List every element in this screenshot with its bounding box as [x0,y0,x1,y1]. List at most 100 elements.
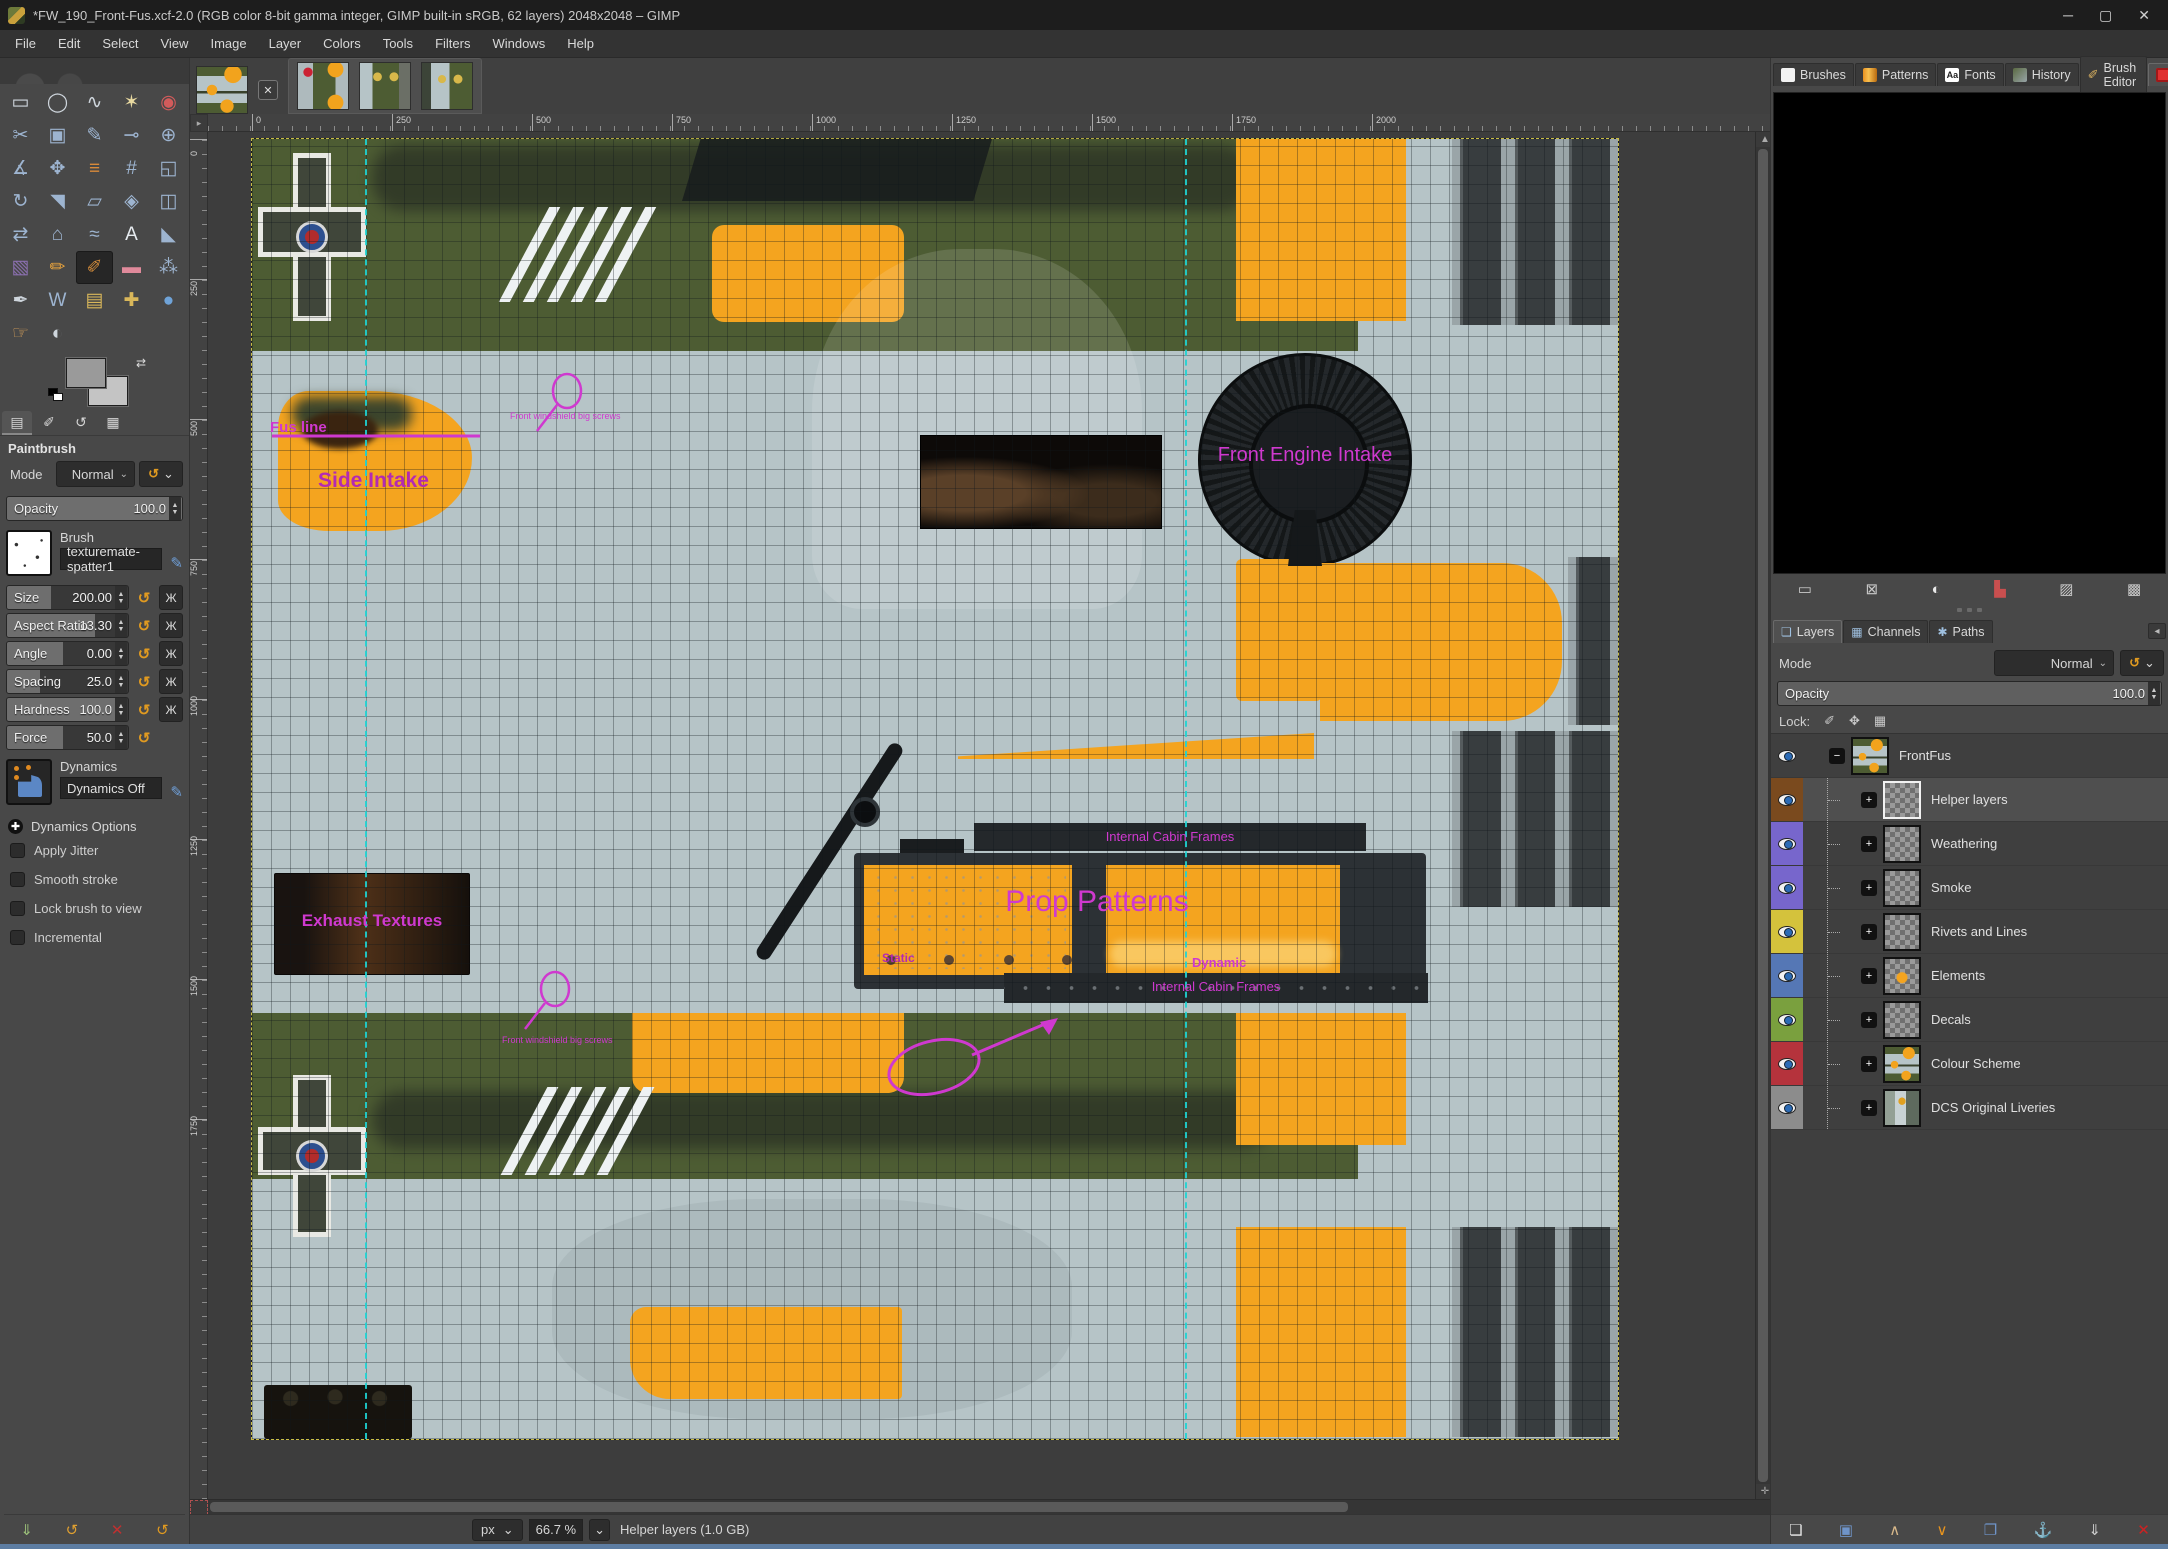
layer-expander[interactable]: + [1861,836,1877,852]
menu-item[interactable]: Colors [312,31,372,56]
dockable-tab-icon[interactable]: ✐ [34,411,64,435]
flip-tool[interactable]: ⇄ [2,218,39,251]
delete-layer-button[interactable]: ✕ [2137,1521,2150,1539]
save-tool-preset-button[interactable]: ⇓ [20,1521,33,1539]
option-checkbox-row[interactable]: Apply Jitter [4,836,185,865]
vertical-ruler[interactable]: 02505007501000125015001750 [190,132,208,1499]
link-to-brush-icon[interactable]: Ж [159,641,183,666]
clone-tool[interactable]: ▤ [76,284,113,317]
maximize-button[interactable]: ▢ [2099,7,2112,24]
option-slider[interactable]: Spacing 25.0 ▲▼ [6,669,129,694]
image-tab-2[interactable] [297,62,349,110]
new-layer-group-button[interactable]: ▣ [1839,1521,1853,1539]
layer-visibility-eye-icon[interactable] [1778,882,1796,894]
restore-tool-preset-button[interactable]: ↺ [66,1521,79,1539]
menu-item[interactable]: View [150,31,200,56]
layers-dock-tab[interactable]: ❏ Layers [1773,620,1842,643]
vertical-scroll-thumb[interactable] [1758,149,1768,1482]
layer-visibility-eye-icon[interactable] [1778,1014,1796,1026]
menu-item[interactable]: Filters [424,31,481,56]
horizontal-scroll-thumb[interactable] [210,1502,1348,1512]
menu-item[interactable]: Image [199,31,257,56]
option-slider[interactable]: Hardness 100.0 ▲▼ [6,697,129,722]
spin-buttons[interactable]: ▲▼ [115,698,127,721]
lock-alpha-icon[interactable]: ▦ [1874,713,1886,729]
option-slider[interactable]: Aspect Ratio 13.30 ▲▼ [6,613,129,638]
reset-icon[interactable]: ↺ [133,701,155,719]
layer-row[interactable]: + Decals [1771,998,2168,1042]
lock-position-icon[interactable]: ✥ [1849,713,1860,729]
selection-editor-preview[interactable] [1773,92,2166,574]
option-slider[interactable]: Force 50.0 ▲▼ [6,725,129,750]
menu-item[interactable]: Edit [47,31,91,56]
paintbrush-tool[interactable]: ✐ [76,251,113,284]
raise-layer-button[interactable]: ∧ [1889,1521,1900,1539]
invert-selection-button[interactable]: ◐ [1932,581,1941,598]
delete-tool-preset-button[interactable]: ✕ [111,1521,124,1539]
option-checkbox-row[interactable]: Incremental [4,923,185,952]
foreground-color-swatch[interactable] [66,358,106,388]
layer-row[interactable]: + Elements [1771,954,2168,998]
layer-row[interactable]: + Weathering [1771,822,2168,866]
ruler-corner-button[interactable]: ▸ [190,114,208,132]
vertical-scrollbar[interactable]: ▲ ✛ [1755,132,1770,1499]
opacity-slider[interactable]: Opacity 100.0 ▲▼ [6,496,183,521]
cage-transform-tool[interactable]: ⌂ [39,218,76,251]
ellipse-select-tool[interactable]: ◯ [39,86,76,119]
default-colors-icon[interactable] [48,388,64,401]
link-to-brush-icon[interactable]: Ж [159,697,183,722]
handle-transform-tool[interactable]: ◈ [113,185,150,218]
spin-buttons[interactable]: ▲▼ [115,614,127,637]
layers-dock-tab[interactable]: ▦ Channels [1843,620,1928,643]
checkbox[interactable] [10,872,25,887]
scale-tool[interactable]: ◥ [39,185,76,218]
layer-visibility-eye-icon[interactable] [1778,794,1796,806]
layers-dock-tab[interactable]: ✱ Paths [1929,620,1992,643]
image-tab-3[interactable] [359,62,411,110]
zoom-dropdown-button[interactable]: ⌄ [589,1519,610,1541]
paint-mode-dropdown[interactable]: Normal ⌄ [56,461,135,487]
dock-splitter[interactable] [1771,604,2168,616]
quick-mask-toggle[interactable] [190,1500,208,1515]
image-tab-4[interactable] [421,62,473,110]
shear-tool[interactable]: ▱ [76,185,113,218]
heal-tool[interactable]: ✚ [113,284,150,317]
brush-name-field[interactable]: texturemate-spatter1 [60,548,162,570]
spin-buttons[interactable]: ▲▼ [169,497,181,520]
layer-thumbnail[interactable] [1883,913,1921,951]
image-tab-front-fus[interactable] [196,66,248,114]
new-layer-button[interactable]: ❏ [1789,1521,1802,1539]
fuzzy-select-tool[interactable]: ✶ [113,86,150,119]
eraser-tool[interactable]: ▬ [113,251,150,284]
menu-item[interactable]: File [4,31,47,56]
ink-tool[interactable]: ✒ [2,284,39,317]
reset-icon[interactable]: ↺ [133,673,155,691]
reset-icon[interactable]: ↺ [133,589,155,607]
move-tool[interactable]: ✥ [39,152,76,185]
option-slider[interactable]: Angle 0.00 ▲▼ [6,641,129,666]
menu-item[interactable]: Windows [481,31,556,56]
anchor-layer-button[interactable]: ⚓ [2033,1521,2052,1539]
save-to-channel-button[interactable]: ▙ [1994,580,2006,598]
layer-thumbnail[interactable] [1851,737,1889,775]
lock-pixels-icon[interactable]: ✐ [1824,713,1835,729]
rectangle-select-tool[interactable]: ▭ [2,86,39,119]
texture-image[interactable]: Fus line Side Intake Front windshield bi… [252,139,1618,1439]
brush-thumbnail[interactable] [6,530,52,576]
rotate-tool[interactable]: ↻ [2,185,39,218]
dock-tab[interactable]: Aa Fonts [1937,63,2003,86]
spin-buttons[interactable]: ▲▼ [115,726,127,749]
reset-tool-options-button[interactable]: ↺ [156,1521,169,1539]
layer-expander[interactable]: + [1861,924,1877,940]
menu-item[interactable]: Layer [258,31,313,56]
unified-transform-tool[interactable]: ◱ [150,152,187,185]
layer-thumbnail[interactable] [1883,957,1921,995]
layer-row[interactable]: + Rivets and Lines [1771,910,2168,954]
spin-buttons[interactable]: ▲▼ [2148,682,2160,705]
smudge-tool[interactable]: ☞ [2,317,39,350]
layer-row[interactable]: + Helper layers [1771,778,2168,822]
reset-icon[interactable]: ↺ [133,617,155,635]
horizontal-ruler[interactable]: 025050075010001250150017502000 [208,114,1770,132]
duplicate-layer-button[interactable]: ❐ [1984,1521,1997,1539]
layer-visibility-eye-icon[interactable] [1778,838,1796,850]
